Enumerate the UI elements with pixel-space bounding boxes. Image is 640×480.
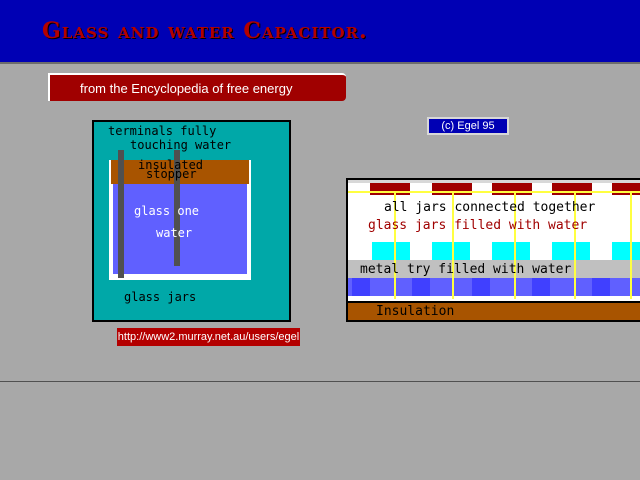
label-insulation: Insulation [376, 304, 455, 319]
jar-top [552, 183, 572, 195]
jar-water-column [552, 242, 590, 260]
page-header: Glass and water Capacitor. [0, 0, 640, 64]
label-touching: touching water [130, 138, 232, 152]
jar-top [390, 183, 410, 195]
terminal-wire [630, 191, 632, 299]
jar-water-column [492, 242, 530, 260]
label-filled: glass jars filled with water [368, 218, 588, 233]
tray-water-cell [472, 278, 490, 296]
divider-line [0, 381, 640, 382]
tray-water-cell [592, 278, 610, 296]
source-banner: from the Encyclopedia of free energy [48, 73, 346, 101]
label-tray: metal try filled with water [360, 262, 572, 277]
jar-water-column [612, 242, 640, 260]
tray-water-cell [532, 278, 550, 296]
tray-edge [348, 296, 640, 300]
jar-water-column [372, 242, 410, 260]
jar-water-column [432, 242, 470, 260]
tray-water-cell [412, 278, 430, 296]
connecting-wire [348, 191, 640, 193]
copyright-badge: (c) Egel 95 [427, 117, 509, 135]
page-title: Glass and water Capacitor. [42, 18, 368, 44]
single-jar-diagram: terminals fully touching water insulated… [92, 120, 291, 322]
jar-top [370, 183, 390, 195]
multi-jar-diagram: all jars connected together glass jars f… [346, 178, 640, 322]
jar-top [612, 183, 632, 195]
label-stopper: stopper [146, 167, 197, 181]
label-glass-jars: glass jars [124, 290, 197, 304]
jar-top [492, 183, 512, 195]
jar-top [632, 183, 640, 195]
source-banner-text: from the Encyclopedia of free energy [80, 81, 293, 96]
url-link[interactable]: http://www2.murray.net.au/users/egel [117, 328, 300, 346]
label-glass-one: glass one [134, 204, 200, 218]
label-all-jars: all jars connected together [384, 200, 596, 215]
label-water: water [156, 226, 193, 240]
terminal-rod-left [118, 150, 124, 278]
tray-water-cell [352, 278, 370, 296]
jar-top [452, 183, 472, 195]
jar-top [432, 183, 452, 195]
label-terminals: terminals fully [108, 124, 217, 138]
